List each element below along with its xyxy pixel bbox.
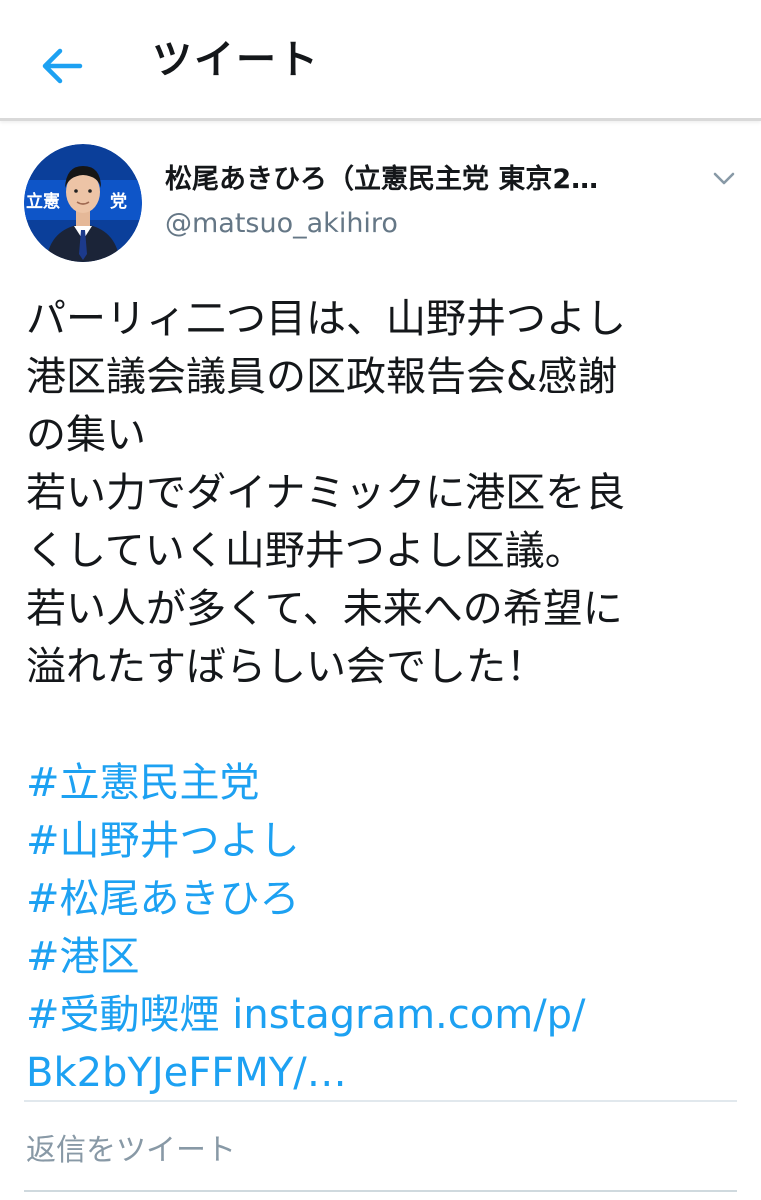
top-app-bar: ツイート — [0, 0, 761, 121]
hashtag-link[interactable]: #港区 — [26, 928, 746, 986]
tweet-line: 若い力でダイナミックに港区を良 — [26, 470, 626, 516]
back-button[interactable] — [36, 40, 88, 92]
svg-text:立憲: 立憲 — [26, 191, 60, 212]
hashtag-url-line: #受動喫煙 instagram.com/p/ — [26, 986, 746, 1044]
chevron-down-icon — [713, 172, 735, 185]
svg-text:党: 党 — [110, 191, 127, 212]
reply-input[interactable]: 返信をツイート — [26, 1120, 737, 1182]
page-title: ツイート — [152, 37, 320, 83]
tweet-line: くしていく山野井つよし区議。 — [26, 528, 585, 574]
hashtag-link[interactable]: #山野井つよし — [26, 812, 746, 870]
tweet-line: 港区議会議員の区政報告会&感謝 — [26, 354, 618, 400]
divider — [24, 1100, 737, 1102]
hashtag-link[interactable]: #松尾あきひろ — [26, 870, 746, 928]
hashtag-link[interactable]: #受動喫煙 — [26, 992, 220, 1038]
author-handle[interactable]: @matsuo_akihiro — [165, 204, 398, 244]
arrow-left-icon — [42, 48, 83, 84]
tweet-line: 溢れたすばらしい会でした！ — [26, 644, 546, 690]
tweet-line: の集い — [26, 412, 146, 458]
divider — [24, 1190, 737, 1192]
author-display-name[interactable]: 松尾あきひろ（立憲民主党 東京2… — [165, 160, 685, 200]
tweet-line: 若い人が多くて、未来への希望に — [26, 586, 623, 632]
hashtag-link[interactable]: #立憲民主党 — [26, 754, 746, 812]
tweet-options-button[interactable] — [706, 160, 742, 196]
url-link-end[interactable]: Bk2bYJeFFMY/… — [26, 1044, 746, 1102]
profile-photo: 立憲 党 — [24, 144, 142, 262]
avatar[interactable]: 立憲 党 — [24, 144, 142, 262]
tweet-line: パーリィ二つ目は、山野井つよし — [26, 296, 626, 342]
url-link-start[interactable]: instagram.com/p/ — [232, 992, 585, 1038]
tweet-text: パーリィ二つ目は、山野井つよし 港区議会議員の区政報告会&感謝 の集い 若い力で… — [26, 290, 746, 1102]
